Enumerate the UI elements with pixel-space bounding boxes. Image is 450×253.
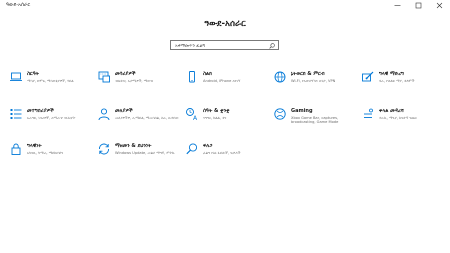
- sync-icon: [99, 143, 109, 155]
- tile-description: መለያዎችዎ, ኢሜይል, ማመሳሰል, ስራ, ቤተሰብ: [115, 116, 179, 120]
- page-title: ዓውደ-አሰራር: [204, 19, 246, 29]
- tile-search[interactable]: ፍለጋ ፈልግ የእኔ ፋይሎች, ፍቃዶች: [185, 142, 269, 170]
- keyboard-icon: [98, 71, 110, 83]
- tile-description: ዳራ, የቆልፍ ማያ, ቀለሞች: [379, 79, 415, 83]
- xbox-icon: [274, 108, 286, 120]
- tile-description: ተራኪ, ማጉያ, ከፍተኛ ንፅፅር: [379, 116, 417, 120]
- person-icon: [98, 108, 110, 121]
- tile-system[interactable]: ስርዓት ማሳያ, ድምፅ, ማሳወቂያዎች, ሃይል: [9, 70, 93, 98]
- tile-privacy[interactable]: ግላዊነት አካባቢ, ካሜራ, ማይክሮፎን: [9, 142, 93, 170]
- svg-text:A: A: [193, 115, 198, 121]
- tile-time-language[interactable]: A ሰዓት & ቋንቋ ንግግር, ክልል, ቀን: [185, 107, 269, 135]
- close-icon: [436, 2, 443, 9]
- tile-label: ሰዓት & ቋንቋ: [203, 108, 230, 114]
- tile-description: ብሉቱዝ, አታሚዎች, ማውዝ: [115, 79, 154, 83]
- maximize-button[interactable]: [408, 0, 429, 11]
- tile-description: Xbox Game Bar, captures, broadcasting, G…: [291, 116, 339, 125]
- globe-icon: [274, 71, 286, 83]
- window-controls: [387, 0, 450, 11]
- tile-phone[interactable]: ስልክ Android, iPhone አገናኝ: [185, 70, 269, 98]
- paintbrush-icon: [362, 71, 374, 82]
- window-title: ዓውደ-አሰራር: [6, 2, 31, 8]
- tile-description: ፈልግ የእኔ ፋይሎች, ፍቃዶች: [203, 151, 241, 155]
- tile-description: ንግግር, ክልል, ቀን: [203, 116, 227, 120]
- tile-description: ማሳያ, ድምፅ, ማሳወቂያዎች, ሃይል: [27, 79, 74, 83]
- tile-devices[interactable]: መሳሪያዎች ብሉቱዝ, አታሚዎች, ማውዝ: [97, 70, 181, 98]
- tile-update-security[interactable]: ማዘመን & ደህንነት Windows Update, መልሶ ማግኛ, ምት…: [97, 142, 181, 170]
- time-language-icon: A: [186, 108, 198, 121]
- minimize-icon: [394, 5, 401, 6]
- tile-accounts[interactable]: መለያዎች መለያዎችዎ, ኢሜይል, ማመሳሰል, ስራ, ቤተሰብ: [97, 107, 181, 135]
- title-bar: ዓውደ-አሰራር: [0, 0, 450, 11]
- search-icon[interactable]: [269, 42, 275, 49]
- tile-description: Wi-Fi, የአውሮፕላን ሁነታ, VPN: [291, 79, 336, 83]
- tile-label: Gaming: [291, 108, 313, 114]
- close-button[interactable]: [429, 0, 450, 11]
- minimize-button[interactable]: [387, 0, 408, 11]
- tile-label: ግላዊነት: [27, 143, 42, 149]
- tile-label: ግላዊ ማድረግ: [379, 71, 404, 77]
- tile-ease-of-access[interactable]: ቀላል መዳረሻ ተራኪ, ማጉያ, ከፍተኛ ንፅፅር: [361, 107, 445, 135]
- apps-list-icon: [10, 109, 22, 119]
- search-placeholder: አቀማመጥን ፈልግ: [175, 43, 206, 49]
- tile-gaming[interactable]: Gaming Xbox Game Bar, captures, broadcas…: [273, 107, 357, 135]
- tile-description: አራግፍ, ነባሪዎች, አማራጭ ባህሪያት: [27, 116, 76, 120]
- tile-description: Android, iPhone አገናኝ: [203, 79, 241, 83]
- tile-label: ስልክ: [203, 71, 212, 77]
- tile-description: አካባቢ, ካሜራ, ማይክሮፎን: [27, 151, 64, 155]
- laptop-icon: [10, 72, 22, 81]
- phone-icon: [189, 71, 195, 83]
- tile-label: መተግበሪያዎች: [27, 108, 54, 114]
- tile-apps[interactable]: መተግበሪያዎች አራግፍ, ነባሪዎች, አማራጭ ባህሪያት: [9, 107, 93, 135]
- tile-label: ቀላል መዳረሻ: [379, 108, 404, 114]
- tile-label: ስርዓት: [27, 71, 40, 77]
- tile-label: መሳሪያዎች: [115, 71, 136, 77]
- tile-label: መለያዎች: [115, 108, 133, 114]
- tile-description: Windows Update, መልሶ ማግኛ, ምትኬ: [115, 151, 175, 155]
- ease-of-access-icon: [364, 108, 373, 118]
- search-input[interactable]: አቀማመጥን ፈልግ: [170, 40, 279, 50]
- lock-icon: [11, 143, 21, 155]
- tile-label: ማዘመን & ደህንነት: [115, 143, 152, 149]
- tile-label: ኔትወርክ & ምርብ: [291, 71, 325, 77]
- search-icon: [186, 143, 198, 155]
- maximize-icon: [415, 2, 422, 9]
- tile-label: ፍለጋ: [203, 143, 213, 149]
- tile-network[interactable]: ኔትወርክ & ምርብ Wi-Fi, የአውሮፕላን ሁነታ, VPN: [273, 70, 357, 98]
- tile-personalization[interactable]: ግላዊ ማድረግ ዳራ, የቆልፍ ማያ, ቀለሞች: [361, 70, 445, 98]
